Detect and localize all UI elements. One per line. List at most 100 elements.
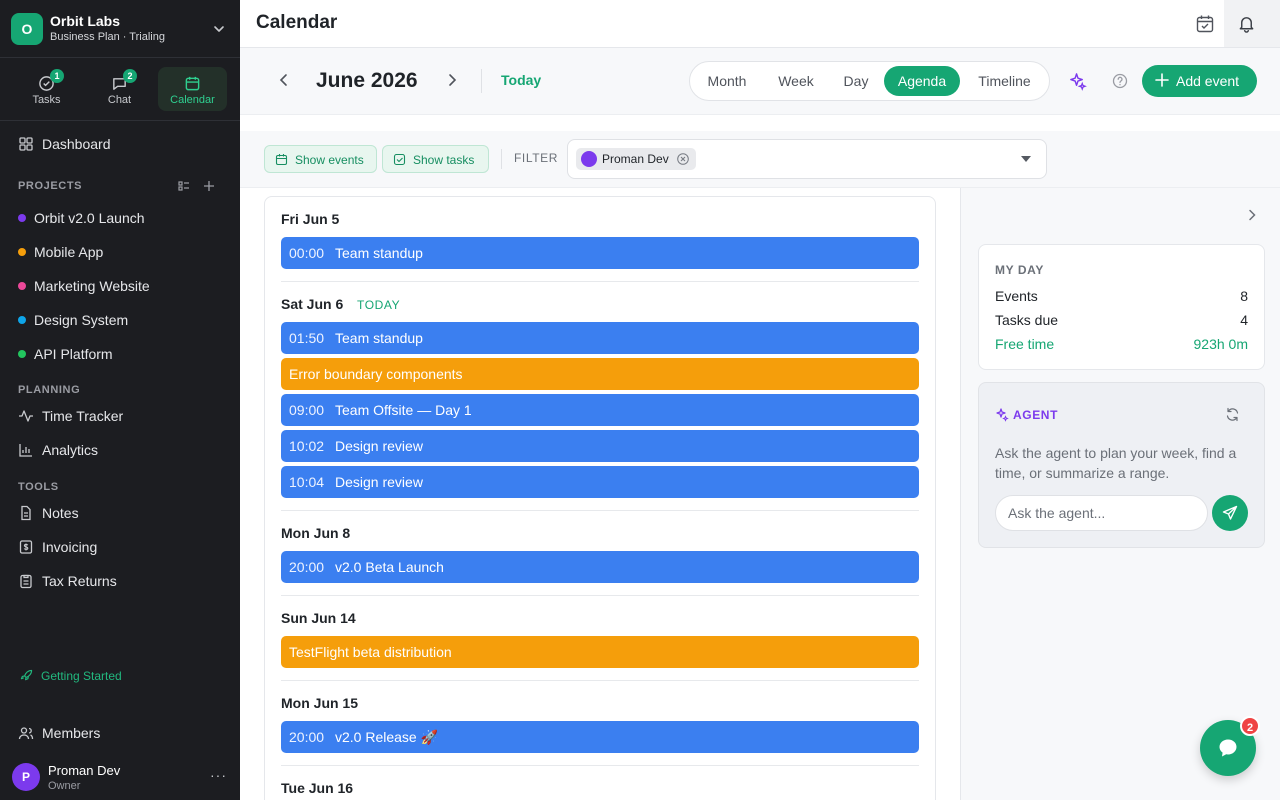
sidebar-project-item[interactable]: Mobile App [0,238,240,266]
agent-input[interactable] [995,495,1208,531]
chat-bubble-icon [1219,739,1237,757]
right-panel: MY DAY Events 8 Tasks due 4 Free time 92… [960,188,1280,800]
chevron-right-icon[interactable] [444,72,460,88]
event-title: Error boundary components [289,366,463,382]
show-events-toggle[interactable]: Show events [264,145,377,173]
show-events-label: Show events [295,153,364,167]
project-label: Orbit v2.0 Launch [34,210,145,226]
project-color-dot [18,316,26,324]
list-icon[interactable] [178,180,190,192]
event-time: 09:00 [289,402,325,418]
sidebar-item-dashboard[interactable]: Dashboard [0,129,240,159]
quick-calendar-button[interactable]: Calendar [158,67,227,111]
section-heading-tools: TOOLS [18,481,59,493]
help-icon[interactable] [1112,73,1128,89]
event-time: 20:00 [289,729,325,745]
tab-week[interactable]: Week [766,66,826,96]
day-separator [281,281,919,282]
more-options-button[interactable]: ··· [210,767,227,783]
day-heading: Mon Jun 15 [281,695,359,711]
sidebar-item-tax-returns[interactable]: Tax Returns [0,566,240,596]
agenda-list: Fri Jun 5 00:00 Team standup Sat Jun 6 T… [264,196,936,800]
event-item[interactable]: 00:00 Team standup [281,237,919,269]
show-tasks-toggle[interactable]: Show tasks [382,145,489,173]
event-item[interactable]: 01:50 Team standup [281,322,919,354]
chevron-down-icon [214,26,224,32]
users-icon [18,727,34,740]
org-plan: Business Plan · Trialing [50,31,165,43]
avatar: P [12,763,40,791]
current-month: June 2026 [316,69,418,92]
chevron-right-icon[interactable] [1245,208,1259,222]
sparkles-icon[interactable] [1068,72,1087,91]
today-button[interactable]: Today [501,72,541,88]
event-item[interactable]: 20:00 v2.0 Beta Launch [281,551,919,583]
event-time: 10:02 [289,438,325,454]
calendar-toolbar: June 2026 Today Month Week Day Agenda Ti… [240,48,1280,115]
member-filter-select[interactable]: Proman Dev [567,139,1047,179]
filter-label: FILTER [514,151,559,165]
project-label: Marketing Website [34,278,150,294]
quick-access: 1 Tasks 2 Chat Calendar [0,58,240,121]
sidebar-project-item[interactable]: Design System [0,306,240,334]
event-item[interactable]: TestFlight beta distribution [281,636,919,668]
my-day-value: 8 [1240,288,1248,304]
section-heading-projects: PROJECTS [18,180,83,192]
sidebar-project-item[interactable]: API Platform [0,340,240,368]
day-heading: Mon Jun 8 [281,525,351,541]
dropdown-caret-icon[interactable] [1021,156,1031,162]
quick-calendar-label: Calendar [170,94,215,106]
sidebar-item-time-tracker[interactable]: Time Tracker [0,401,240,431]
plus-icon[interactable] [203,180,215,192]
sidebar-project-item[interactable]: Orbit v2.0 Launch [0,204,240,232]
day-separator [281,765,919,766]
calendar-check-icon[interactable] [1195,14,1215,34]
refresh-icon[interactable] [1225,407,1240,422]
sidebar-item-members[interactable]: Members [0,718,240,748]
agent-card: AGENT Ask the agent to plan your week, f… [978,382,1265,548]
sidebar-item-label: Notes [42,505,79,521]
project-color-dot [18,248,26,256]
day-heading: Sat Jun 6 [281,296,344,312]
sidebar-item-notes[interactable]: Notes [0,498,240,528]
tab-day[interactable]: Day [833,66,879,96]
event-item[interactable]: 09:00 Team Offsite — Day 1 [281,394,919,426]
toolbar-divider [481,69,482,93]
event-title: Design review [335,438,423,454]
send-button[interactable] [1212,495,1248,531]
event-item[interactable]: 10:04 Design review [281,466,919,498]
my-day-row: Events 8 [995,288,1248,306]
rocket-icon [20,669,33,681]
event-title: Design review [335,474,423,490]
invoice-icon [19,540,33,554]
event-time: 10:04 [289,474,325,490]
show-tasks-label: Show tasks [413,153,475,167]
event-item[interactable]: 20:00 v2.0 Release 🚀 [281,721,919,753]
remove-icon[interactable] [677,153,689,165]
quick-chat-button[interactable]: 2 Chat [85,67,154,111]
sidebar-item-invoicing[interactable]: Invoicing [0,532,240,562]
my-day-value: 4 [1240,312,1248,328]
tab-month[interactable]: Month [696,66,758,96]
org-switcher[interactable]: O Orbit Labs Business Plan · Trialing [0,0,240,58]
event-item[interactable]: Error boundary components [281,358,919,390]
agent-description: Ask the agent to plan your week, find a … [995,445,1237,481]
event-item[interactable]: 10:02 Design review [281,430,919,462]
plus-icon [1155,73,1169,87]
sidebar-item-analytics[interactable]: Analytics [0,435,240,465]
user-profile[interactable]: P Proman Dev Owner ··· [0,755,240,800]
getting-started-link[interactable]: Getting Started [18,667,218,685]
tab-agenda[interactable]: Agenda [884,66,960,96]
event-title: Team standup [335,330,423,346]
sidebar-item-label: Members [42,725,101,741]
chevron-left-icon[interactable] [276,72,292,88]
add-event-button[interactable]: Add event [1142,65,1257,97]
add-event-label: Add event [1176,73,1240,89]
my-day-label: Events [995,288,1038,304]
tab-timeline[interactable]: Timeline [967,66,1042,96]
filter-divider [501,149,502,169]
sidebar-project-item[interactable]: Marketing Website [0,272,240,300]
quick-tasks-button[interactable]: 1 Tasks [12,67,81,111]
bell-icon[interactable] [1237,14,1256,33]
calendar-icon [275,154,288,166]
